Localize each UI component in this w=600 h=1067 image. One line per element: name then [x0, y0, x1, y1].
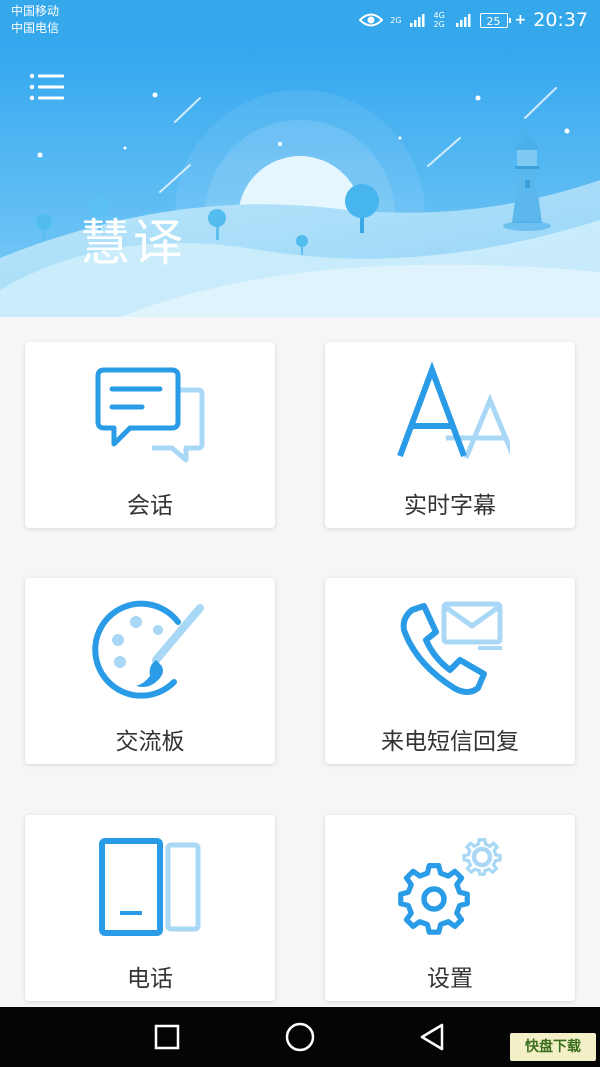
back-triangle-icon	[420, 1023, 444, 1051]
recents-button[interactable]	[149, 1019, 185, 1055]
recents-square-icon	[154, 1024, 180, 1050]
clock: 20:37	[533, 9, 588, 31]
home-circle-icon	[285, 1022, 315, 1052]
sim1-network: 2G	[390, 15, 402, 25]
phone-card[interactable]: 电话	[25, 815, 275, 1001]
palette-icon	[92, 600, 204, 699]
call-sms-reply-label: 来电短信回复	[381, 729, 519, 755]
menu-button[interactable]	[28, 70, 66, 104]
hamburger-menu-icon	[29, 73, 64, 101]
gears-icon	[398, 838, 502, 935]
home-button[interactable]	[282, 1019, 318, 1055]
app-title: 慧译	[80, 214, 186, 272]
charging-icon: +	[514, 12, 527, 28]
communication-board-card[interactable]: 交流板	[25, 578, 275, 764]
letters-aa-icon	[397, 361, 510, 459]
battery-level: 25	[486, 14, 501, 28]
signal-icon	[455, 14, 470, 27]
sim2-network: 4G 2G	[433, 11, 445, 29]
conversation-label: 会话	[127, 493, 173, 519]
eye-icon	[359, 13, 384, 27]
header-banner: 慧译	[0, 40, 600, 317]
carrier-1: 中国移动	[11, 4, 60, 18]
status-bar: 中国移动 中国电信 2G 4G 2G 25 + 20:37	[0, 0, 600, 40]
call-sms-reply-card[interactable]: 来电短信回复	[325, 578, 575, 764]
chat-bubbles-icon	[95, 367, 205, 463]
settings-card[interactable]: 设置	[325, 815, 575, 1001]
watermark-logo: 快盘下载	[510, 1033, 596, 1061]
back-button[interactable]	[415, 1019, 451, 1055]
conversation-card[interactable]: 会话	[25, 342, 275, 528]
phone-label: 电话	[127, 966, 173, 992]
battery-icon: 25	[479, 12, 511, 28]
live-subtitles-card[interactable]: 实时字幕	[325, 342, 575, 528]
carrier-2: 中国电信	[11, 21, 60, 35]
status-indicators: 2G 4G 2G 25 + 20:37	[359, 8, 588, 32]
phone-message-icon	[400, 601, 503, 695]
live-subtitles-label: 实时字幕	[404, 493, 496, 519]
system-nav-bar: 快盘下载	[0, 1007, 600, 1067]
carrier-info: 中国移动 中国电信	[11, 3, 59, 37]
phone-device-icon	[99, 838, 201, 936]
communication-board-label: 交流板	[115, 729, 185, 755]
signal-icon	[409, 14, 424, 27]
settings-label: 设置	[427, 966, 473, 992]
